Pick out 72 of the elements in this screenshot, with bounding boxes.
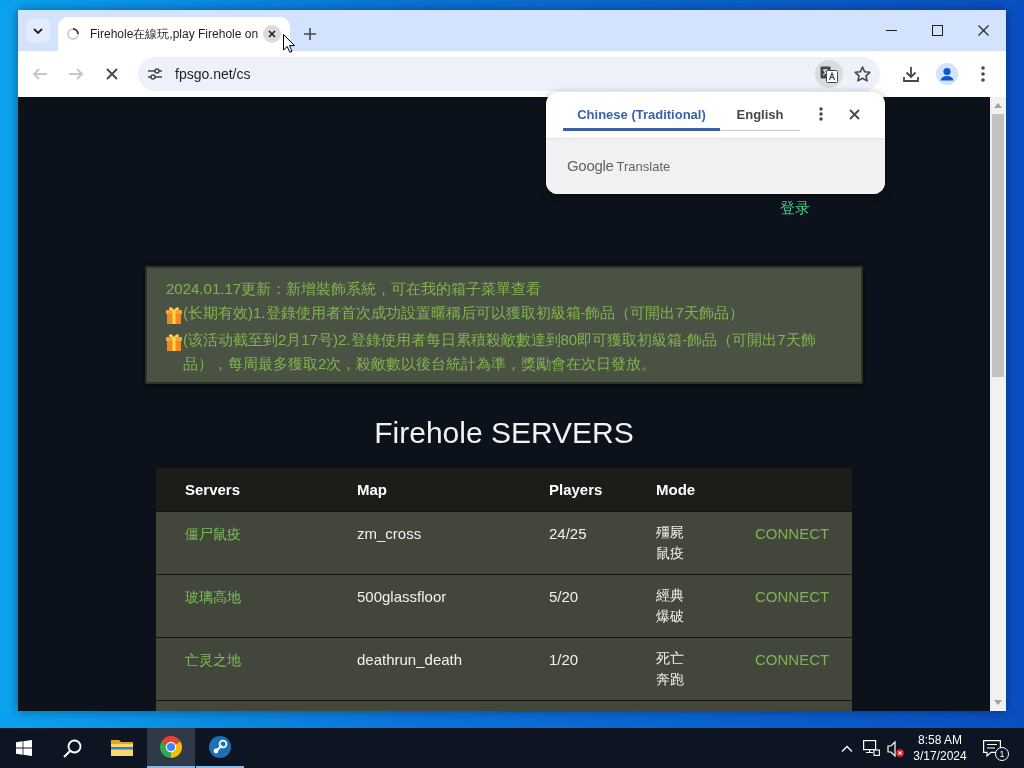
map-name: deathrun_death xyxy=(357,651,463,668)
search-icon xyxy=(62,738,82,758)
kebab-menu-icon xyxy=(819,107,823,121)
scroll-down-arrow-icon xyxy=(994,700,1002,705)
plus-icon xyxy=(304,28,316,40)
game-mode: 死亡奔跑 xyxy=(656,649,685,689)
player-count: 24/25 xyxy=(549,525,587,542)
maximize-icon xyxy=(931,25,943,36)
address-bar[interactable]: fpsgo.net/cs xyxy=(138,57,880,91)
server-name: 僵尸鼠疫 xyxy=(185,526,241,542)
browser-tab[interactable]: Firehole在線玩,play Firehole on xyxy=(58,17,290,51)
translate-button[interactable] xyxy=(815,60,843,88)
notification-badge: 1 xyxy=(995,747,1009,761)
taskbar-app-button[interactable] xyxy=(147,728,195,768)
close-icon xyxy=(848,108,860,120)
player-count: 5/20 xyxy=(549,588,579,605)
clock-date: 3/17/2024 xyxy=(913,748,967,764)
close-icon xyxy=(268,30,276,38)
game-mode: 殭屍鼠疫 xyxy=(656,523,685,563)
connect-link[interactable]: CONNECT xyxy=(755,651,830,668)
close-icon xyxy=(106,68,118,80)
kebab-menu-icon xyxy=(981,66,985,82)
notice-text: (该活动截至到2月17号)2.登錄使用者每日累積殺敵數達到80即可獲取初級箱-飾品（可開出7天飾品），每周最多獲取2次，殺敵數以後台統計為準，獎勵會在次日發放。 xyxy=(183,330,817,374)
game-mode: 經典爆破 xyxy=(656,586,685,626)
page-title: Firehole SERVERS xyxy=(374,415,634,451)
map-name: 500glassfloor xyxy=(357,588,447,605)
network-monitor-icon xyxy=(862,740,880,756)
scrollbar-thumb[interactable] xyxy=(992,114,1004,377)
scrollbar[interactable] xyxy=(990,97,1006,711)
gift-icon xyxy=(166,306,182,324)
language-tab[interactable]: Chinese (Traditional) xyxy=(563,101,720,131)
clock[interactable]: 8:58 AM 3/17/2024 xyxy=(912,728,968,768)
column-header: Mode xyxy=(656,480,696,498)
chevron-up-icon xyxy=(841,744,853,752)
connect-link[interactable]: CONNECT xyxy=(755,588,830,605)
map-name: zm_cross xyxy=(357,525,422,542)
translate-icon xyxy=(820,65,838,83)
windows-logo-icon xyxy=(16,740,32,756)
avatar-icon xyxy=(936,63,958,85)
server-name: 亡灵之地 xyxy=(185,652,241,668)
player-count: 1/20 xyxy=(549,651,579,668)
column-header: Players xyxy=(549,480,603,498)
language-tab[interactable]: English xyxy=(720,101,800,131)
download-icon xyxy=(903,66,919,82)
tab-title: Firehole在線玩,play Firehole on xyxy=(90,26,260,43)
product-name: Translate xyxy=(616,157,671,176)
scroll-up-arrow-icon xyxy=(994,103,1002,108)
clock-time: 8:58 AM xyxy=(918,732,962,748)
browser-icon xyxy=(160,736,182,758)
column-header: Map xyxy=(357,480,387,498)
speech-bubble-icon xyxy=(983,739,1001,757)
server-name: 玻璃高地 xyxy=(185,589,241,605)
connect-link[interactable]: CONNECT xyxy=(755,525,830,542)
folder-icon xyxy=(111,738,133,756)
login-link[interactable]: 登录 xyxy=(780,199,810,217)
chevron-down-icon xyxy=(33,28,43,34)
notice-text: 2024.01.17更新：新增裝飾系統，可在我的箱子菜單查看 xyxy=(166,279,543,299)
arrow-right-icon xyxy=(68,66,84,82)
close-icon xyxy=(977,25,989,36)
star-icon xyxy=(853,66,871,82)
arrow-left-icon xyxy=(32,66,48,82)
url-text: fpsgo.net/cs xyxy=(175,64,251,84)
tab-close-button[interactable] xyxy=(263,25,281,43)
brand-name: Google xyxy=(567,156,614,177)
minimize-icon xyxy=(885,30,897,31)
notice-text: (长期有效)1.登錄使用者首次成功設置暱稱后可以獲取初級箱-飾品（可開出7天飾品） xyxy=(183,303,744,323)
game-launcher-icon xyxy=(209,736,231,758)
tab-search-button[interactable] xyxy=(26,19,50,43)
column-header: Servers xyxy=(185,480,241,498)
notification-center-button[interactable]: 1 xyxy=(970,728,1014,768)
tune-icon xyxy=(148,68,162,80)
gift-icon xyxy=(166,333,182,351)
